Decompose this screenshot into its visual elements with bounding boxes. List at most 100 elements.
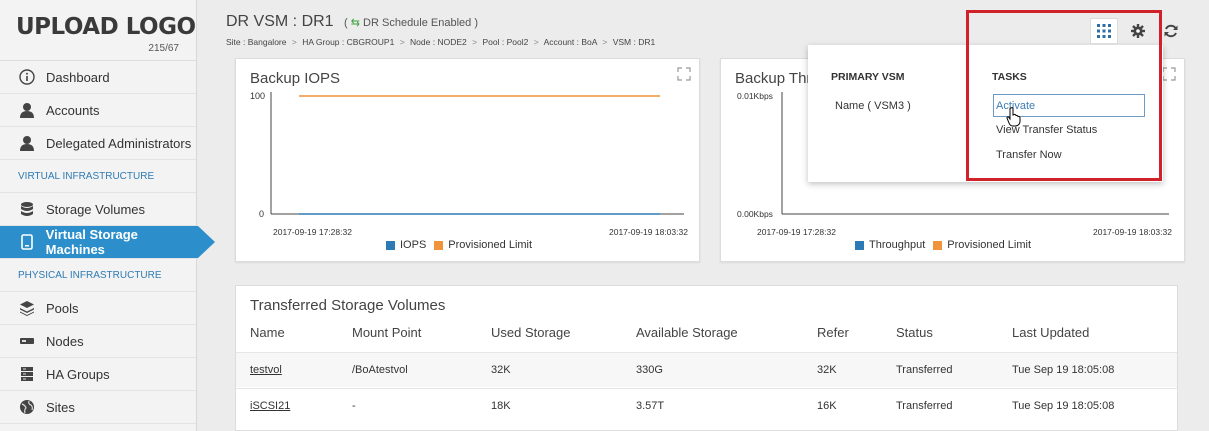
sidebar-item-label: Accounts <box>46 102 100 118</box>
sidebar-item-sites[interactable]: Sites <box>0 391 196 424</box>
breadcrumb-item[interactable]: HA Group : CBGROUP1 <box>302 37 394 47</box>
backup-iops-card: Backup IOPS 100 0 2017-09-19 17:28:32 20… <box>235 58 700 262</box>
breadcrumb-item[interactable]: Site : Bangalore <box>226 37 286 47</box>
database-icon <box>18 200 36 218</box>
logo-text: UPLOAD LOGO <box>16 14 196 40</box>
sidebar-item-label: Virtual Storage Machines <box>45 227 138 257</box>
breadcrumb-item[interactable]: VSM : DR1 <box>613 37 656 47</box>
node-icon <box>18 332 36 350</box>
table-row: iSCSI21 - 18K 3.57T 16K Transferred Tue … <box>236 388 1177 423</box>
column-header[interactable]: Status <box>896 325 933 340</box>
column-header[interactable]: Used Storage <box>491 325 571 340</box>
breadcrumb-item[interactable]: Pool : Pool2 <box>482 37 528 47</box>
sync-icon: ⇆ <box>350 17 360 29</box>
table-row: testvol /BoAtestvol 32K 330G 32K Transfe… <box>236 352 1177 387</box>
sidebar-item-label: Delegated Administrators <box>46 135 192 151</box>
chart-legend: IOPS Provisioned Limit <box>386 239 532 251</box>
user-icon <box>18 101 36 119</box>
sidebar-item-accounts[interactable]: Accounts <box>0 94 196 127</box>
dr-schedule-badge: ( ⇆ DR Schedule Enabled ) <box>344 17 479 29</box>
sidebar-item-label: Sites <box>46 399 75 415</box>
refer-cell: 16K <box>817 400 837 412</box>
breadcrumb-item[interactable]: Account : BoA <box>544 37 597 47</box>
column-header[interactable]: Mount Point <box>352 325 421 340</box>
logo: UPLOAD LOGO 215/67 <box>0 0 196 60</box>
sidebar-item-virtual-storage-machines[interactable]: Virtual Storage Machines <box>0 226 215 259</box>
available-storage-cell: 330G <box>636 364 663 376</box>
user-icon <box>18 134 36 152</box>
sidebar-item-delegated-administrators[interactable]: Delegated Administrators <box>0 127 196 160</box>
status-cell: Transferred <box>896 364 953 376</box>
used-storage-cell: 32K <box>491 364 511 376</box>
refresh-icon <box>1164 24 1178 38</box>
refer-cell: 32K <box>817 364 837 376</box>
section-physical-infrastructure: PHYSICAL INFRASTRUCTURE <box>0 259 196 292</box>
breadcrumb-item[interactable]: Node : NODE2 <box>410 37 467 47</box>
main-content: DR VSM : DR1 ( ⇆ DR Schedule Enabled ) S… <box>197 0 1209 431</box>
legend-label[interactable]: Throughput <box>869 239 925 251</box>
server-icon <box>18 365 36 383</box>
column-header[interactable]: Refer <box>817 325 849 340</box>
sidebar-item-pools[interactable]: Pools <box>0 292 196 325</box>
y-tick-label: 0.01Kbps <box>737 91 773 101</box>
y-tick-label: 0 <box>259 209 264 219</box>
last-updated-cell: Tue Sep 19 18:05:08 <box>1012 364 1115 376</box>
x-tick-label: 2017-09-19 17:28:32 <box>273 227 352 237</box>
monitor-icon <box>18 233 36 251</box>
legend-swatch-provisioned <box>434 240 444 250</box>
column-header[interactable]: Name <box>250 325 285 340</box>
transferred-volumes-card: Transferred Storage Volumes Name Mount P… <box>235 285 1178 431</box>
legend-swatch-iops <box>386 240 395 250</box>
breadcrumb-separator: > <box>602 37 608 47</box>
globe-icon <box>18 398 36 416</box>
sidebar-item-nodes[interactable]: Nodes <box>0 325 196 358</box>
sidebar-item-ha-groups[interactable]: HA Groups <box>0 358 196 391</box>
breadcrumb-separator: > <box>472 37 478 47</box>
legend-label[interactable]: IOPS <box>400 239 426 251</box>
legend-label[interactable]: Provisioned Limit <box>947 239 1031 251</box>
volume-name-link[interactable]: iSCSI21 <box>250 400 290 412</box>
sidebar-item-label: Storage Volumes <box>46 201 146 217</box>
section-virtual-infrastructure: VIRTUAL INFRASTRUCTURE <box>0 160 196 193</box>
version-label: 215/67 <box>148 43 179 54</box>
mount-point-cell: /BoAtestvol <box>352 364 408 376</box>
column-header[interactable]: Last Updated <box>1012 325 1089 340</box>
x-tick-label: 2017-09-19 17:28:32 <box>757 227 836 237</box>
legend-swatch-provisioned <box>933 240 943 250</box>
sidebar-item-label: Pools <box>46 300 79 316</box>
highlight-box <box>966 10 1162 181</box>
page-title-text: DR VSM : DR1 <box>226 13 334 30</box>
used-storage-cell: 18K <box>491 400 511 412</box>
layers-icon <box>18 299 36 317</box>
column-header[interactable]: Available Storage <box>636 325 738 340</box>
chart-legend: Throughput Provisioned Limit <box>855 239 1031 251</box>
status-cell: Transferred <box>896 400 953 412</box>
x-tick-label: 2017-09-19 18:03:32 <box>1093 227 1172 237</box>
breadcrumb-separator: > <box>533 37 539 47</box>
x-tick-label: 2017-09-19 18:03:32 <box>609 227 688 237</box>
y-tick-label: 100 <box>250 91 265 101</box>
breadcrumb-separator: > <box>399 37 405 47</box>
legend-label[interactable]: Provisioned Limit <box>448 239 532 251</box>
page-title: DR VSM : DR1 ( ⇆ DR Schedule Enabled ) <box>226 13 478 31</box>
sidebar-item-label: HA Groups <box>46 366 110 382</box>
breadcrumb: Site : Bangalore > HA Group : CBGROUP1 >… <box>226 37 655 47</box>
card-title: Transferred Storage Volumes <box>250 297 446 314</box>
mount-point-cell: - <box>352 400 356 412</box>
sidebar-item-storage-volumes[interactable]: Storage Volumes <box>0 193 196 226</box>
legend-swatch-throughput <box>855 240 864 250</box>
primary-vsm-name: Name ( VSM3 ) <box>835 100 911 112</box>
primary-vsm-heading: PRIMARY VSM <box>831 71 905 83</box>
sidebar: UPLOAD LOGO 215/67 Dashboard Accounts De… <box>0 0 215 431</box>
dr-schedule-text: DR Schedule Enabled <box>363 17 472 29</box>
sidebar-item-dashboard[interactable]: Dashboard <box>0 61 196 94</box>
volume-name-link[interactable]: testvol <box>250 364 282 376</box>
breadcrumb-separator: > <box>291 37 297 47</box>
info-icon <box>18 68 36 86</box>
last-updated-cell: Tue Sep 19 18:05:08 <box>1012 400 1115 412</box>
available-storage-cell: 3.57T <box>636 400 665 412</box>
sidebar-item-label: Dashboard <box>46 69 110 85</box>
sidebar-item-label: Nodes <box>46 333 84 349</box>
y-tick-label: 0.00Kbps <box>737 209 773 219</box>
iops-chart: 100 0 2017-09-19 17:28:32 2017-09-19 18:… <box>250 91 688 237</box>
